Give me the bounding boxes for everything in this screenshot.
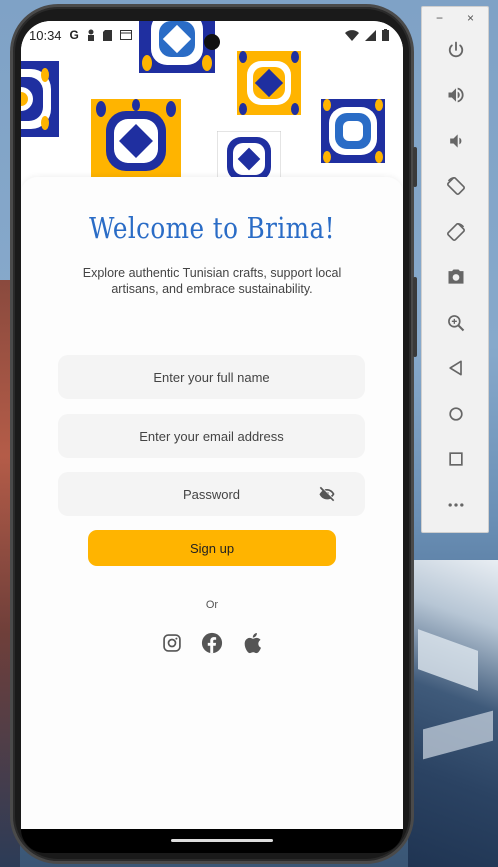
instagram-login-button[interactable] xyxy=(161,632,183,654)
power-icon xyxy=(448,41,464,57)
phone-side-button xyxy=(413,277,417,357)
close-button[interactable]: × xyxy=(467,11,474,27)
panel-window-controls: − × xyxy=(422,7,488,27)
power-button[interactable] xyxy=(422,27,490,73)
instagram-icon xyxy=(163,634,181,652)
gesture-bar xyxy=(21,829,403,853)
signup-button[interactable]: Sign up xyxy=(88,530,336,566)
status-time: 10:34 xyxy=(29,27,62,43)
more-button[interactable] xyxy=(422,482,490,528)
rotate-left-icon xyxy=(447,177,465,196)
volume-down-icon xyxy=(450,134,462,148)
phone-frame: 10:34 G Welcome to Brima! Explore authen… xyxy=(10,4,417,864)
facebook-login-button[interactable] xyxy=(201,632,223,654)
tile-pattern-icon xyxy=(321,99,385,163)
status-system-icons xyxy=(345,29,389,41)
back-button[interactable] xyxy=(422,346,490,392)
rotate-right-icon xyxy=(447,222,465,241)
full-name-field[interactable]: Enter your full name xyxy=(58,355,365,399)
battery-icon xyxy=(382,29,389,41)
volume-up-button[interactable] xyxy=(422,73,490,119)
home-gesture-pill[interactable] xyxy=(171,839,273,842)
password-placeholder: Password xyxy=(182,486,241,502)
zoom-button[interactable] xyxy=(422,300,490,346)
phone-side-button xyxy=(413,147,417,187)
screen-icon xyxy=(119,30,132,40)
page-title: Welcome to Brima! xyxy=(89,211,335,245)
tile-pattern-icon xyxy=(21,61,59,137)
minimize-button[interactable]: − xyxy=(436,11,443,27)
google-icon: G xyxy=(69,28,79,42)
phone-screen: 10:34 G Welcome to Brima! Explore authen… xyxy=(21,21,403,829)
email-placeholder: Enter your email address xyxy=(139,428,284,444)
signup-button-label: Sign up xyxy=(189,540,235,556)
wifi-icon xyxy=(345,29,359,41)
rotate-right-button[interactable] xyxy=(422,209,490,255)
tile-pattern-icon xyxy=(237,51,301,115)
home-icon xyxy=(449,407,463,421)
email-field[interactable]: Enter your email address xyxy=(58,414,365,458)
apple-login-button[interactable] xyxy=(241,632,263,654)
eye-off-icon[interactable] xyxy=(317,484,337,504)
apple-icon xyxy=(244,633,261,654)
volume-down-button[interactable] xyxy=(422,118,490,164)
front-camera xyxy=(204,34,220,50)
facebook-icon xyxy=(201,632,223,654)
tile-pattern-icon xyxy=(91,99,181,181)
page-subtitle: Explore authentic Tunisian crafts, suppo… xyxy=(82,266,342,296)
sim-icon xyxy=(87,29,94,41)
signal-icon xyxy=(365,29,376,41)
volume-up-icon xyxy=(448,87,464,103)
camera-icon xyxy=(448,269,464,284)
sd-icon xyxy=(102,29,112,41)
password-field[interactable]: Password xyxy=(58,472,365,516)
more-icon xyxy=(448,503,464,507)
status-notification-icons: G xyxy=(70,28,132,42)
back-icon xyxy=(449,360,462,376)
or-divider: Or xyxy=(205,599,219,611)
screenshot-button[interactable] xyxy=(422,255,490,301)
overview-icon xyxy=(449,452,463,466)
rotate-left-button[interactable] xyxy=(422,164,490,210)
social-login-row xyxy=(21,632,403,654)
home-button[interactable] xyxy=(422,391,490,437)
signup-card: Welcome to Brima! Explore authentic Tuni… xyxy=(21,177,403,829)
full-name-placeholder: Enter your full name xyxy=(153,369,270,385)
emulator-panel: − × xyxy=(421,6,489,533)
zoom-icon xyxy=(448,314,465,331)
overview-button[interactable] xyxy=(422,437,490,483)
